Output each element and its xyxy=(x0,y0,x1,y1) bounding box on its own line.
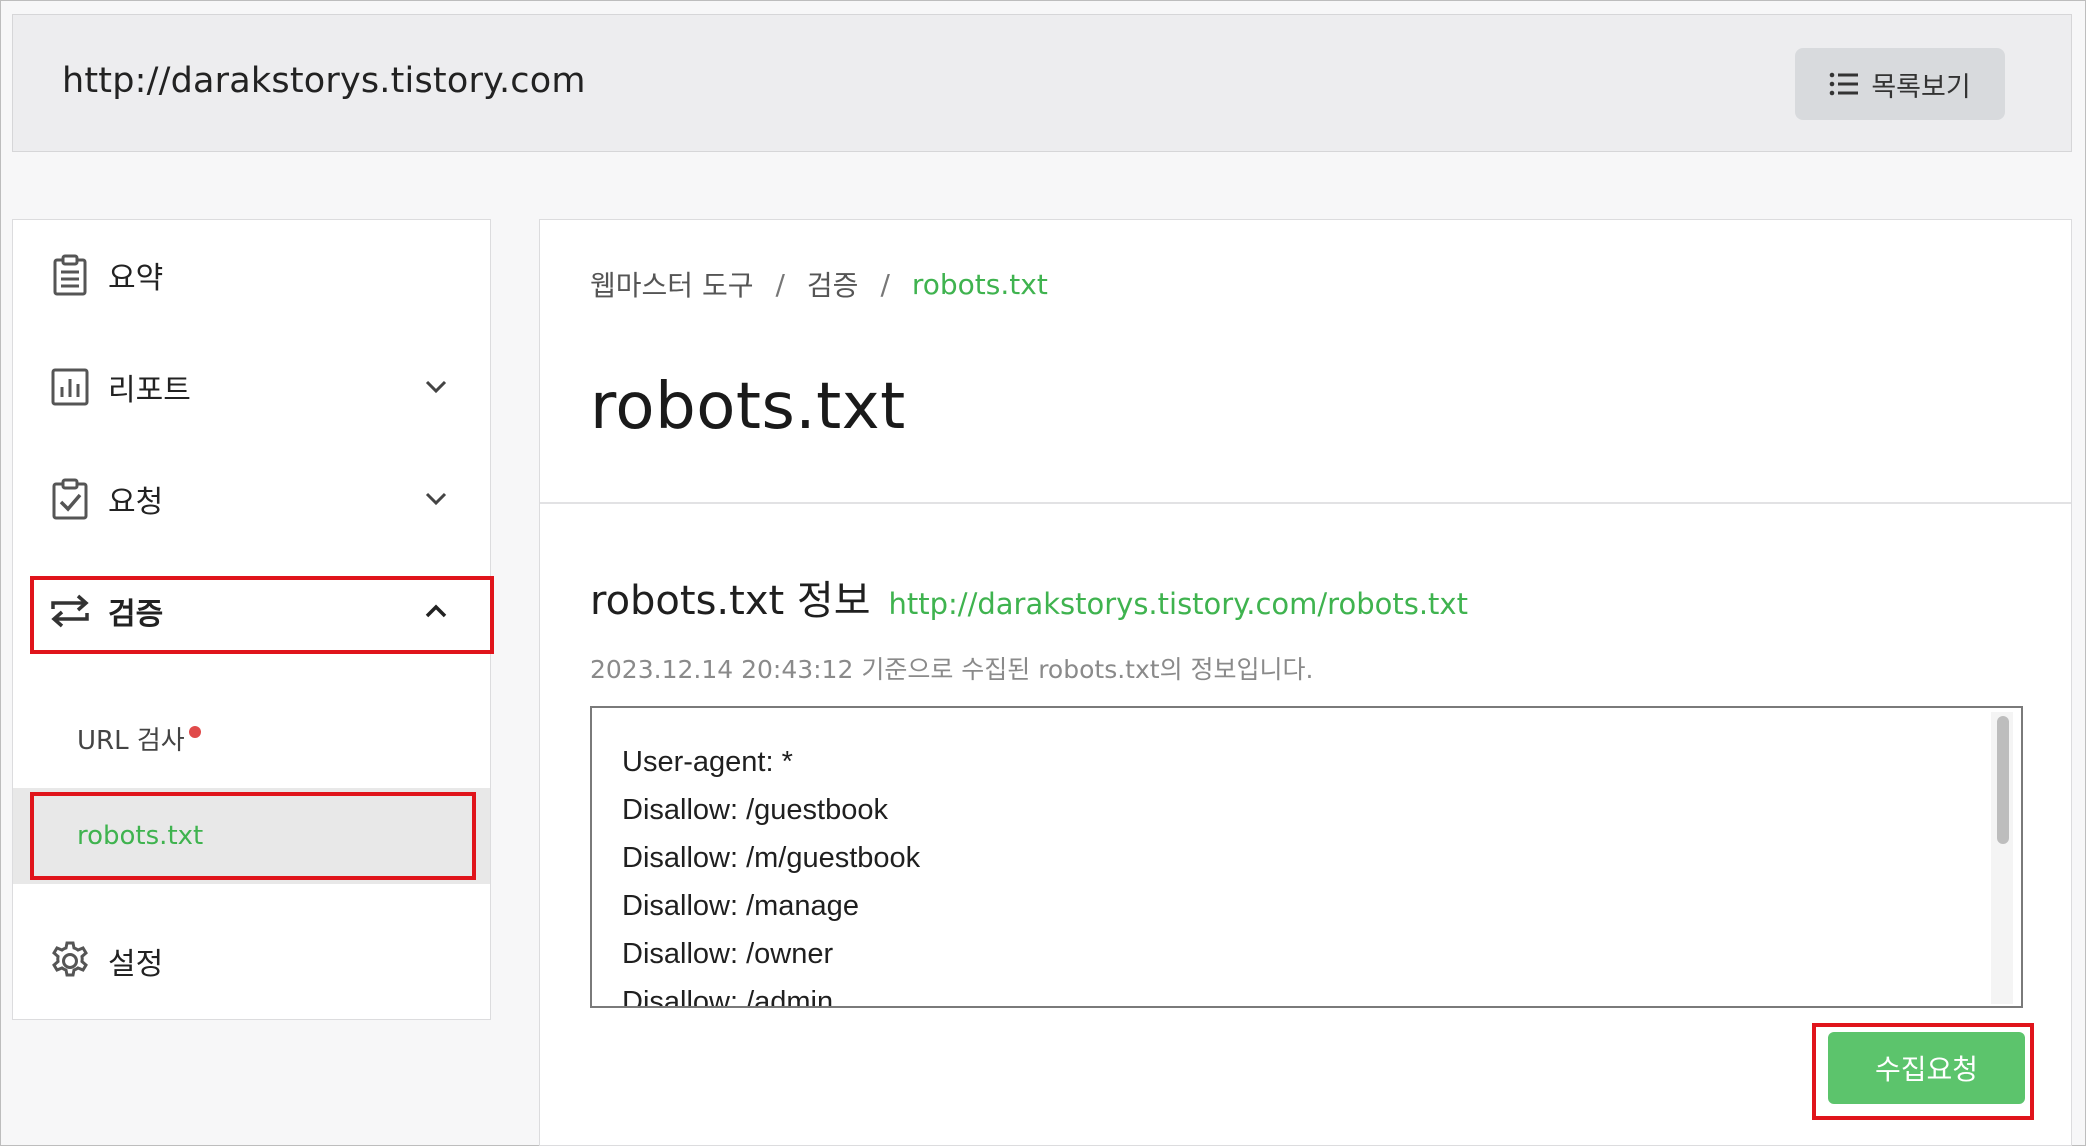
robots-line: Disallow: /owner xyxy=(622,938,834,970)
robots-line: Disallow: /guestbook xyxy=(622,794,888,826)
chevron-down-icon xyxy=(422,485,450,513)
site-url: http://darakstorys.tistory.com xyxy=(62,61,586,101)
list-icon xyxy=(1830,72,1859,96)
robots-lines: User-agent: * Disallow: /guestbook Disal… xyxy=(622,738,921,1008)
sidebar: 요약 리포트 요청 검증 URL 검사 robots.txt 설정 xyxy=(12,219,494,1020)
sidebar-item-label: 요약 xyxy=(108,261,164,296)
sidebar-item-label: 요청 xyxy=(108,485,164,520)
robots-content-box[interactable]: User-agent: * Disallow: /guestbook Disal… xyxy=(590,706,2023,1008)
sidebar-subitem-label: URL 검사 xyxy=(77,725,185,756)
robots-line: User-agent: * xyxy=(622,746,793,778)
main-panel: 웹마스터 도구 / 검증 / robots.txt robots.txt rob… xyxy=(539,219,2072,1146)
highlight-robots xyxy=(30,792,476,880)
breadcrumb-separator: / xyxy=(880,267,890,301)
robots-line: Disallow: /admin xyxy=(622,986,834,1008)
collected-timestamp-note: 2023.12.14 20:43:12 기준으로 수집된 robots.txt의… xyxy=(590,655,1314,684)
page-title: robots.txt xyxy=(590,370,906,444)
site-header: http://darakstorys.tistory.com 목록보기 xyxy=(12,14,2072,152)
breadcrumb-item-webmaster[interactable]: 웹마스터 도구 xyxy=(590,264,753,304)
bar-chart-icon xyxy=(49,366,91,408)
sidebar-item-request[interactable]: 요청 xyxy=(13,444,490,554)
section-title: robots.txt 정보 xyxy=(590,578,871,624)
robots-url-link[interactable]: http://darakstorys.tistory.com/robots.tx… xyxy=(889,587,1468,621)
sidebar-item-label: 설정 xyxy=(108,947,164,982)
scrollbar[interactable] xyxy=(1991,712,2013,1004)
list-view-button[interactable]: 목록보기 xyxy=(1795,48,2005,120)
clipboard-icon xyxy=(49,254,91,296)
chevron-down-icon xyxy=(422,373,450,401)
sidebar-subitem-url-inspection[interactable]: URL 검사 xyxy=(13,690,490,786)
notification-dot xyxy=(189,726,201,738)
sidebar-item-summary[interactable]: 요약 xyxy=(13,220,490,330)
breadcrumb-item-current: robots.txt xyxy=(911,267,1048,301)
breadcrumb: 웹마스터 도구 / 검증 / robots.txt xyxy=(590,264,1048,304)
robots-line: Disallow: /manage xyxy=(622,890,859,922)
gear-icon xyxy=(49,940,91,982)
section-header: robots.txt 정보 http://darakstorys.tistory… xyxy=(590,568,1468,626)
clipboard-check-icon xyxy=(49,478,91,520)
sidebar-item-settings[interactable]: 설정 xyxy=(13,906,490,1016)
sidebar-item-label: 리포트 xyxy=(108,373,191,408)
divider xyxy=(540,502,2071,504)
highlight-submit xyxy=(1812,1023,2034,1120)
scroll-thumb[interactable] xyxy=(1997,716,2009,844)
list-view-label: 목록보기 xyxy=(1871,71,1971,102)
highlight-verify xyxy=(30,576,494,654)
breadcrumb-item-verify[interactable]: 검증 xyxy=(807,264,859,304)
breadcrumb-separator: / xyxy=(775,267,785,301)
sidebar-item-report[interactable]: 리포트 xyxy=(13,332,490,442)
robots-line: Disallow: /m/guestbook xyxy=(622,842,921,874)
